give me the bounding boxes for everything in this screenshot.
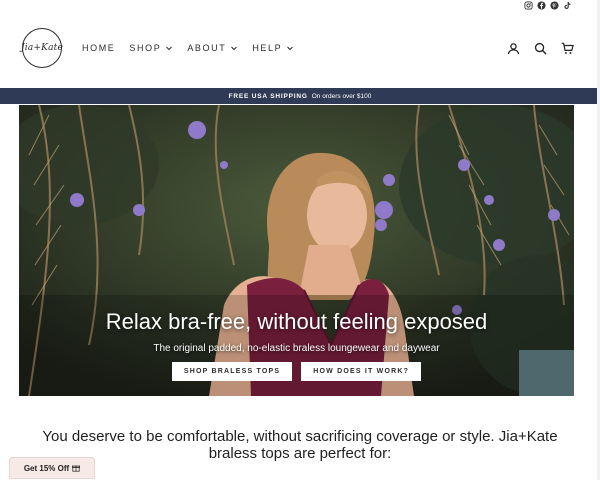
hero-buttons: SHOP BRALESS TOPS HOW DOES IT WORK?: [19, 362, 574, 381]
header-icons: [507, 42, 574, 55]
account-icon[interactable]: [507, 42, 520, 55]
tiktok-icon[interactable]: [563, 1, 572, 10]
announcement-text: On orders over $100: [311, 92, 372, 100]
nav-shop-label: SHOP: [129, 43, 162, 53]
discount-label: Get 15% Off: [23, 463, 70, 473]
search-icon[interactable]: [534, 42, 547, 55]
social-icons: [524, 1, 572, 10]
hero-subtitle: The original padded, no-elastic braless …: [153, 343, 440, 354]
gift-icon: [72, 465, 81, 472]
hero-title: Relax bra-free, without feeling exposed: [105, 309, 488, 334]
hero-banner: Relax bra-free, without feeling exposed …: [19, 105, 574, 396]
instagram-icon[interactable]: [524, 1, 533, 10]
nav-help-label: HELP: [252, 43, 283, 53]
cart-icon[interactable]: [561, 42, 574, 55]
nav-about[interactable]: ABOUT: [187, 43, 238, 53]
discount-tab[interactable]: Get 15% Off: [9, 457, 95, 479]
site-header: Jia+Kate HOME SHOP ABOUT HELP: [0, 12, 600, 88]
social-bar: [0, 0, 600, 12]
logo-text: Jia+Kate: [20, 43, 64, 53]
nav-home[interactable]: HOME: [82, 43, 115, 53]
shop-braless-tops-button[interactable]: SHOP BRALESS TOPS: [171, 362, 293, 381]
chevron-down-icon: [287, 46, 294, 51]
nav-help[interactable]: HELP: [252, 43, 294, 53]
nav-shop[interactable]: SHOP: [129, 43, 173, 53]
chevron-down-icon: [231, 46, 238, 51]
announcement-bold: FREE USA SHIPPING: [228, 92, 308, 100]
nav-about-label: ABOUT: [187, 43, 227, 53]
how-does-it-work-button[interactable]: HOW DOES IT WORK?: [301, 362, 422, 381]
brand-logo[interactable]: Jia+Kate: [20, 28, 64, 68]
facebook-icon[interactable]: [537, 1, 546, 10]
announcement-bar[interactable]: FREE USA SHIPPING On orders over $100: [0, 88, 600, 104]
pinterest-icon[interactable]: [550, 1, 559, 10]
chevron-down-icon: [166, 46, 173, 51]
nav-home-label: HOME: [82, 43, 116, 53]
main-nav: HOME SHOP ABOUT HELP: [82, 43, 294, 53]
